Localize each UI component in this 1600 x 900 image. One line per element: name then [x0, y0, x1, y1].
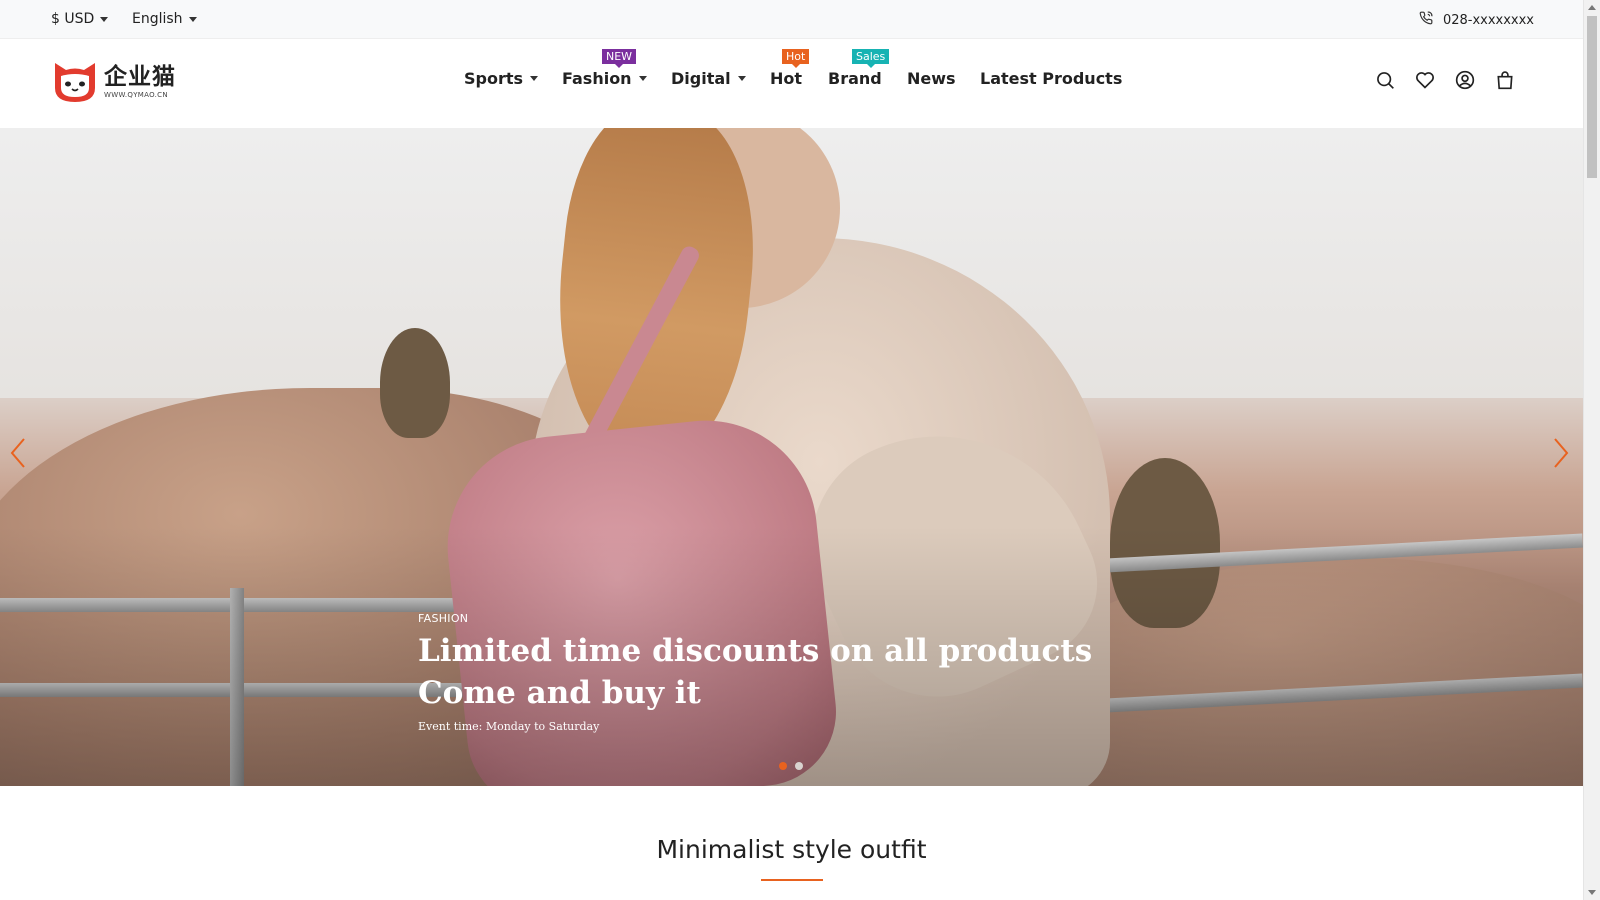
- slide-title-line: Limited time discounts on all products: [418, 633, 1093, 669]
- chevron-down-icon: [100, 16, 109, 22]
- nav-item-label: Brand: [828, 69, 882, 88]
- currency-dropdown[interactable]: $ USD: [51, 11, 109, 27]
- nav-item-brand[interactable]: Sales Brand: [828, 49, 890, 88]
- language-dropdown[interactable]: English: [132, 11, 197, 27]
- search-icon[interactable]: [1375, 70, 1395, 90]
- nav-item-news[interactable]: News: [907, 69, 956, 88]
- chevron-down-icon: [530, 76, 539, 81]
- nav-item-latest-products[interactable]: Latest Products: [980, 69, 1122, 88]
- slide-title-line: Come and buy it: [418, 675, 701, 711]
- chevron-down-icon: [188, 16, 197, 22]
- nav-item-label: Fashion: [562, 69, 632, 88]
- nav-item-label: Digital: [671, 69, 731, 88]
- phone-number: 028-xxxxxxxx: [1442, 12, 1534, 28]
- slide-title: Limited time discounts on all products C…: [418, 630, 1092, 714]
- slide-dot-active[interactable]: [779, 762, 787, 770]
- hot-badge: Hot: [782, 49, 810, 68]
- language-label: English: [132, 11, 183, 27]
- next-slide-button[interactable]: [1549, 433, 1573, 473]
- shopping-bag-icon[interactable]: [1495, 70, 1515, 90]
- hero-slider: FASHION Limited time discounts on all pr…: [0, 128, 1583, 786]
- page-scrollbar[interactable]: [1583, 0, 1600, 900]
- nav-item-label: Hot: [770, 69, 803, 88]
- nav-item-sports[interactable]: Sports: [464, 69, 539, 88]
- section-title: Minimalist style outfit: [656, 835, 927, 864]
- sales-badge: Sales: [852, 49, 890, 68]
- slide-subtitle: Event time: Monday to Saturday: [418, 720, 600, 733]
- slide-tag: FASHION: [418, 612, 469, 625]
- scroll-down-icon[interactable]: [1588, 890, 1596, 895]
- slide-indicators: [779, 762, 803, 770]
- new-badge: NEW: [602, 49, 637, 68]
- nav-item-label: Sports: [464, 69, 524, 88]
- header-actions: [1375, 70, 1515, 90]
- prev-slide-button[interactable]: [6, 433, 30, 473]
- currency-label: $ USD: [51, 11, 95, 27]
- hero-background: [380, 328, 450, 438]
- chevron-down-icon: [638, 76, 647, 81]
- nav-item-hot[interactable]: Hot Hot: [770, 49, 810, 88]
- top-bar: $ USD English 028-xxxxxxxx: [0, 0, 1583, 39]
- title-underline: [761, 879, 823, 881]
- user-icon[interactable]: [1455, 70, 1475, 90]
- nav-item-digital[interactable]: Digital: [671, 69, 746, 88]
- nav-item-label: Latest Products: [980, 69, 1123, 88]
- phone-icon: [1419, 11, 1433, 29]
- nav-item-fashion[interactable]: NEW Fashion: [562, 49, 647, 88]
- phone-contact[interactable]: 028-xxxxxxxx: [1419, 11, 1534, 29]
- scroll-up-icon[interactable]: [1588, 5, 1596, 10]
- main-nav: Sports NEW Fashion Digital Hot Hot Sales…: [0, 49, 1583, 93]
- scrollbar-thumb[interactable]: [1587, 16, 1597, 178]
- chevron-down-icon: [737, 76, 746, 81]
- heart-icon[interactable]: [1415, 70, 1435, 90]
- slide-dot[interactable]: [795, 762, 803, 770]
- nav-item-label: News: [907, 69, 956, 88]
- main-header: 企业猫 WWW.QYMAO.CN Sports NEW Fashion Digi…: [0, 40, 1583, 128]
